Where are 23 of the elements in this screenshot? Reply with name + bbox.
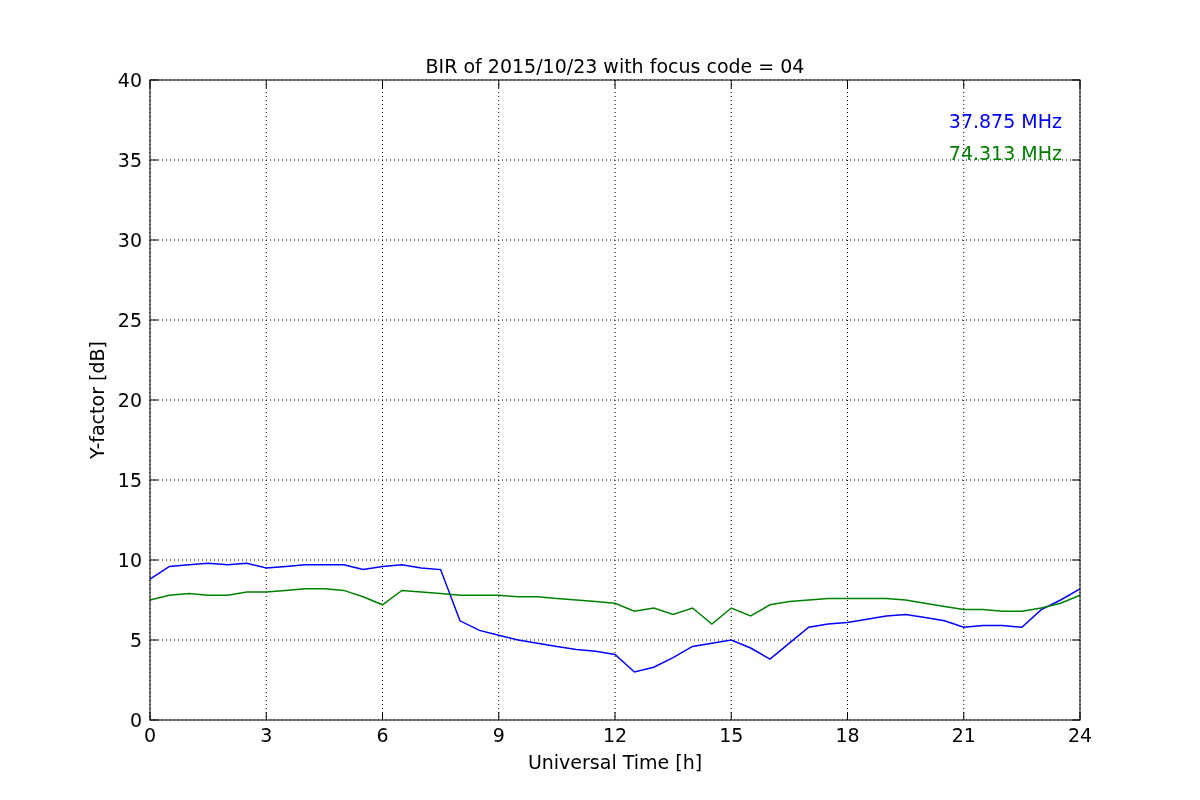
y-tick-label: 35 xyxy=(117,149,142,171)
y-tick-label: 20 xyxy=(117,389,142,411)
y-tick-label: 40 xyxy=(117,69,142,91)
x-tick-label: 0 xyxy=(143,724,157,746)
y-tick-label: 5 xyxy=(129,629,142,651)
x-tick-label: 12 xyxy=(602,724,628,746)
x-tick-label: 9 xyxy=(492,724,505,746)
y-tick-label: 15 xyxy=(117,469,142,491)
y-tick-label: 10 xyxy=(117,549,142,571)
x-axis-label: Universal Time [h] xyxy=(527,751,703,773)
x-tick-label: 3 xyxy=(260,724,273,746)
y-tick-label: 30 xyxy=(117,229,142,251)
y-tick-label: 0 xyxy=(129,709,142,731)
x-tick-label: 21 xyxy=(951,724,976,746)
y-tick-label: 25 xyxy=(117,309,142,331)
y-axis-label: Y-factor [dB] xyxy=(86,341,108,459)
x-tick-label: 6 xyxy=(376,724,389,746)
x-tick-label: 15 xyxy=(719,724,744,746)
chart-title: BIR of 2015/10/23 with focus code = 04 xyxy=(425,55,805,77)
legend-label: 74.313 MHz xyxy=(948,142,1062,164)
x-tick-label: 24 xyxy=(1067,724,1093,746)
x-tick-label: 18 xyxy=(835,724,860,746)
legend-label: 37.875 MHz xyxy=(948,110,1062,132)
